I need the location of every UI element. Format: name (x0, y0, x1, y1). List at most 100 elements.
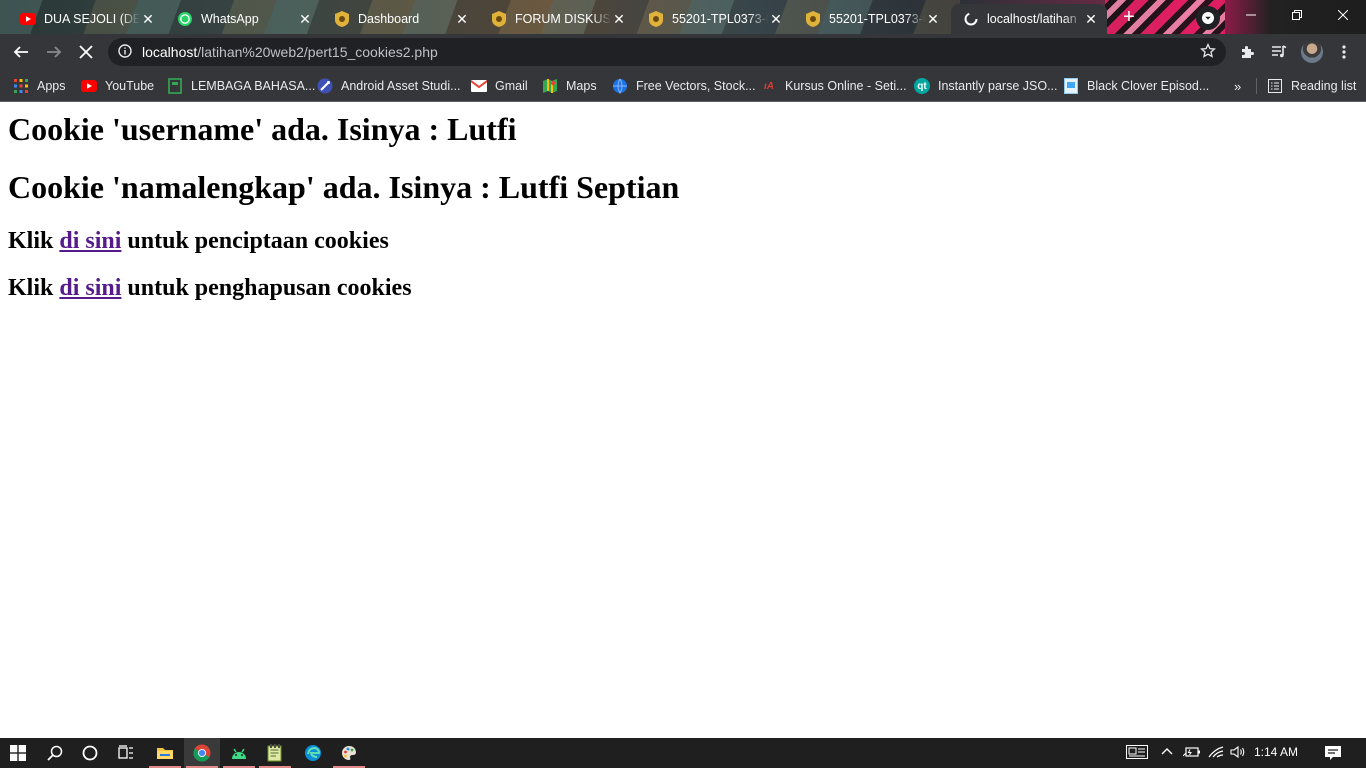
create-cookies-link[interactable]: di sini (59, 228, 121, 254)
youtube-icon (20, 11, 36, 27)
arrow-right-icon (47, 46, 62, 58)
tab-course-1[interactable]: 55201-TPL0373-0 ✕ (636, 4, 792, 34)
tab-title: WhatsApp (201, 12, 259, 26)
wifi-icon[interactable] (1208, 745, 1224, 762)
delete-cookies-link[interactable]: di sini (59, 275, 121, 301)
campus-logo-icon (334, 11, 350, 27)
close-tab-icon[interactable]: ✕ (768, 11, 784, 27)
page-content: Cookie 'username' ada. Isinya : Lutfi Co… (0, 103, 1366, 738)
line-prefix: Klik (8, 228, 54, 254)
line-suffix: untuk penciptaan cookies (127, 228, 389, 254)
media-control-icon[interactable] (1269, 42, 1289, 62)
android-studio-taskbar-button[interactable] (221, 738, 257, 768)
bookmark-apps[interactable]: Apps (13, 76, 66, 96)
chevron-up-icon[interactable] (1161, 745, 1173, 762)
restore-icon (1292, 10, 1302, 20)
close-tab-icon[interactable]: ✕ (140, 11, 156, 27)
close-icon (79, 45, 93, 59)
task-view-icon (118, 745, 133, 759)
cortana-icon (82, 745, 98, 761)
stop-loading-button[interactable] (74, 40, 98, 64)
edge-taskbar-button[interactable] (295, 738, 331, 768)
url-host: localhost (142, 44, 198, 60)
close-tab-icon[interactable]: ✕ (297, 11, 313, 27)
arrow-left-icon (13, 46, 28, 58)
bookmarks-bar: Apps YouTube LEMBAGA BAHASA... Android A… (0, 70, 1366, 102)
tab-whatsapp[interactable]: WhatsApp ✕ (165, 4, 321, 34)
maps-icon (542, 78, 558, 94)
restore-button[interactable] (1274, 0, 1320, 30)
search-button[interactable] (37, 738, 73, 768)
back-button[interactable] (9, 40, 33, 64)
tab-title: 55201-TPL0373-0 (829, 12, 925, 26)
tab-dashboard[interactable]: Dashboard ✕ (322, 4, 478, 34)
close-tab-icon[interactable]: ✕ (611, 11, 627, 27)
tab-localhost-active[interactable]: localhost/latihan ✕ (951, 4, 1107, 34)
bookmark-maps[interactable]: Maps (542, 76, 597, 96)
reading-list-label: Reading list (1291, 79, 1357, 93)
more-bookmarks-button[interactable]: » (1234, 79, 1241, 94)
bookmark-label: YouTube (105, 79, 155, 93)
line-suffix: untuk penghapusan cookies (127, 275, 412, 301)
minimize-button[interactable] (1228, 0, 1274, 30)
new-tab-button[interactable]: + (1118, 7, 1140, 29)
tab-title: DUA SEJOLI (DEWA 19) Sheila on 7 (44, 12, 140, 26)
folder-icon (157, 748, 173, 759)
bookmark-kursus-online[interactable]: ıA Kursus Online - Seti... (761, 76, 907, 96)
whatsapp-icon (177, 11, 193, 27)
close-tab-icon[interactable]: ✕ (925, 11, 941, 27)
close-tab-icon[interactable]: ✕ (1083, 11, 1099, 27)
paint-taskbar-button[interactable] (331, 738, 367, 768)
address-bar[interactable]: localhost/latihan%20web2/pert15_cookies2… (108, 38, 1226, 66)
taskbar-clock[interactable]: 1:14 AM (1254, 745, 1298, 759)
extensions-icon[interactable] (1237, 42, 1257, 62)
profile-avatar[interactable] (1301, 41, 1323, 63)
chevron-down-icon (1202, 12, 1214, 24)
bookmark-star-icon[interactable] (1200, 42, 1216, 64)
forward-button[interactable] (42, 40, 66, 64)
bookmarks-divider (1256, 78, 1257, 94)
android-icon (232, 748, 246, 759)
tab-forum-diskusi[interactable]: FORUM DISKUSI ✕ (479, 4, 635, 34)
bookmark-label: Maps (566, 79, 597, 93)
tab-course-2[interactable]: 55201-TPL0373-0 ✕ (793, 4, 949, 34)
start-button[interactable] (0, 738, 36, 768)
bookmark-free-vectors[interactable]: Free Vectors, Stock... (612, 76, 756, 96)
tab-youtube-music[interactable]: DUA SEJOLI (DEWA 19) Sheila on 7 ✕ (8, 4, 164, 34)
quicktype-icon: qt (914, 78, 930, 94)
bookmark-quicktype[interactable]: qt Instantly parse JSO... (914, 76, 1058, 96)
delete-cookies-line: Klik di sini untuk penghapusan cookies (8, 275, 412, 302)
youtube-icon (81, 78, 97, 94)
gmail-icon (471, 78, 487, 94)
volume-icon[interactable] (1230, 745, 1248, 762)
news-widget-icon[interactable] (1126, 744, 1148, 763)
windows-taskbar: 1:14 AM (0, 738, 1366, 768)
close-icon (1338, 10, 1348, 20)
battery-icon[interactable] (1182, 745, 1201, 762)
globe-icon (612, 78, 628, 94)
cortana-button[interactable] (72, 738, 108, 768)
file-explorer-button[interactable] (147, 738, 183, 768)
task-view-button[interactable] (108, 738, 144, 768)
bookmark-android-asset-studio[interactable]: Android Asset Studi... (317, 76, 461, 96)
reading-list-button[interactable]: Reading list (1267, 76, 1356, 96)
info-icon[interactable] (118, 44, 132, 63)
notification-center-icon[interactable] (1324, 745, 1342, 764)
bookmark-label: Free Vectors, Stock... (636, 79, 756, 93)
tab-search-button[interactable] (1196, 6, 1220, 30)
bookmark-label: Black Clover Episod... (1087, 79, 1210, 93)
bookmark-gmail[interactable]: Gmail (471, 76, 528, 96)
bookmark-lembaga-bahasa[interactable]: LEMBAGA BAHASA... (167, 76, 315, 96)
tab-title: 55201-TPL0373-0 (672, 12, 768, 26)
bookmark-black-clover[interactable]: Black Clover Episod... (1063, 76, 1209, 96)
notepad-icon (267, 744, 282, 762)
close-window-button[interactable] (1320, 0, 1366, 30)
close-tab-icon[interactable]: ✕ (454, 11, 470, 27)
url-text[interactable]: localhost/latihan%20web2/pert15_cookies2… (142, 44, 438, 60)
bookmark-youtube[interactable]: YouTube (81, 76, 154, 96)
document-icon (167, 78, 183, 94)
notepad-plus-taskbar-button[interactable] (257, 738, 293, 768)
search-icon (47, 745, 63, 761)
chrome-taskbar-button[interactable] (184, 738, 220, 768)
more-menu-icon[interactable] (1334, 42, 1354, 62)
